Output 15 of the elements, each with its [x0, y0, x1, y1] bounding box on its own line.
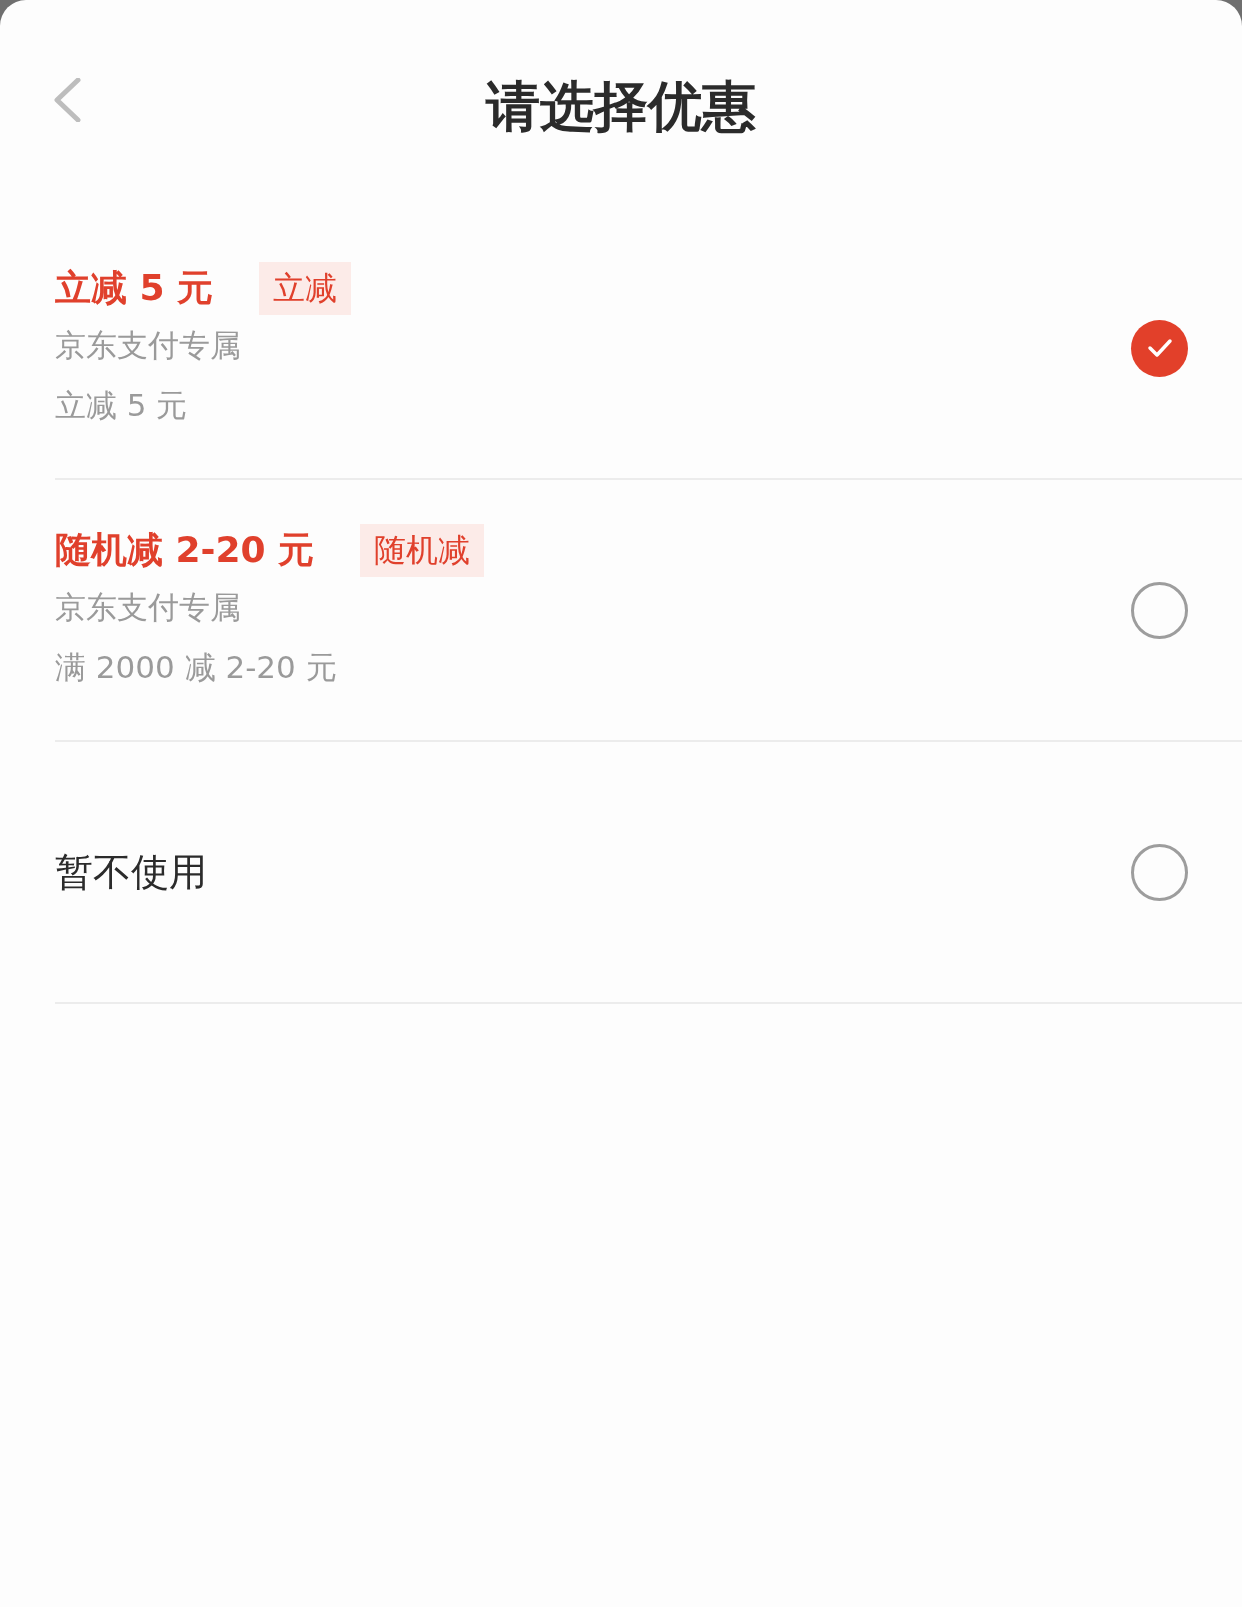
discount-detail: 立减 5 元	[55, 387, 188, 423]
no-discount-label: 暂不使用	[55, 849, 207, 894]
discount-detail: 京东支付专属	[55, 327, 241, 363]
radio-button[interactable]	[1131, 843, 1188, 901]
discount-tag: 立减	[259, 261, 352, 315]
radio-button[interactable]	[1131, 319, 1188, 377]
discount-detail: 京东支付专属	[55, 589, 241, 625]
discount-title: 随机减 2-20 元	[55, 528, 315, 572]
discount-tag: 随机减	[360, 523, 485, 577]
radio-button[interactable]	[1131, 581, 1188, 639]
back-icon[interactable]	[52, 78, 82, 122]
check-icon	[1146, 338, 1173, 358]
page-title: 请选择优惠	[486, 80, 756, 134]
discount-detail: 满 2000 减 2-20 元	[55, 649, 337, 685]
discount-title: 立减 5 元	[55, 266, 214, 310]
